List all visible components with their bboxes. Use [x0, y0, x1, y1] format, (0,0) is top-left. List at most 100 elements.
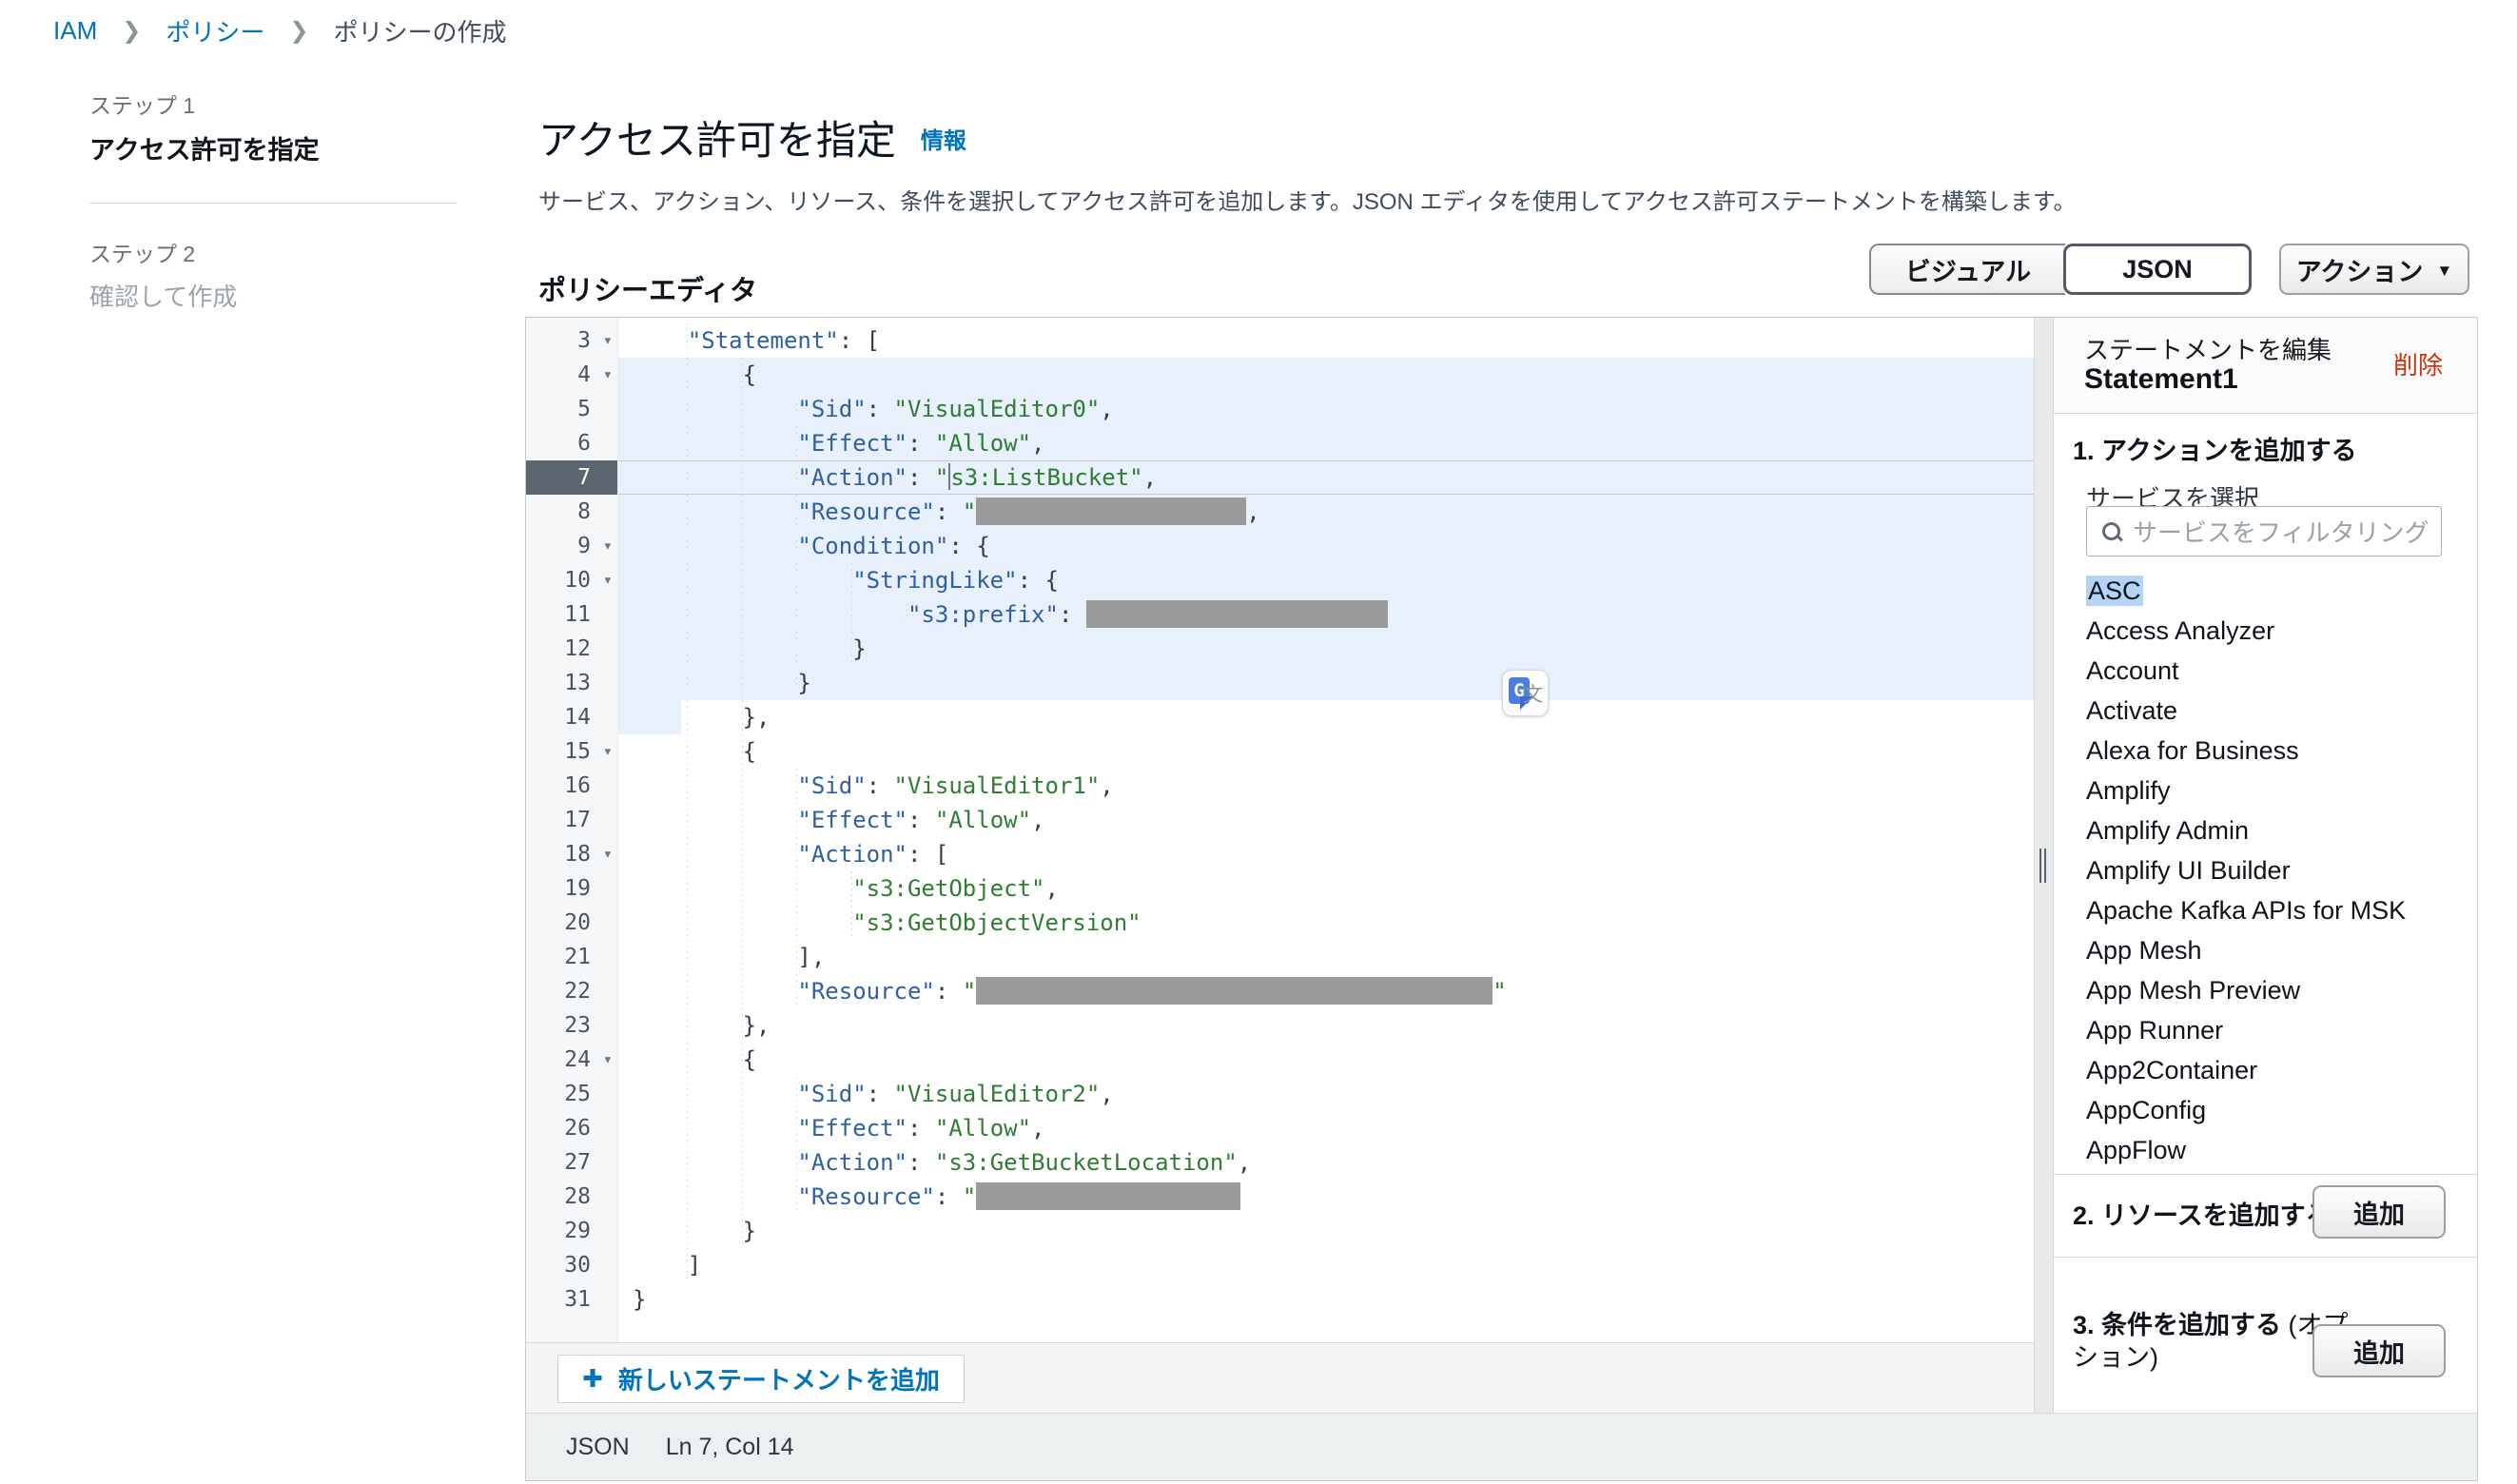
chevron-right-icon: ❯: [289, 17, 308, 45]
line-number: 19: [526, 871, 617, 906]
line-number: 30: [526, 1248, 617, 1282]
indent-guide: [743, 597, 798, 632]
code-line: },: [618, 700, 2034, 734]
indent-guide: [743, 1180, 798, 1214]
fold-arrow-icon[interactable]: ▾: [603, 563, 613, 597]
breadcrumb-current: ポリシーの作成: [333, 13, 506, 49]
indent-guide: [688, 666, 743, 700]
line-number: 9▾: [526, 529, 617, 563]
fold-arrow-icon[interactable]: ▾: [603, 529, 613, 563]
service-item[interactable]: ASC: [2086, 571, 2468, 611]
code-line: ]: [618, 1248, 2034, 1282]
indent-guide: [743, 632, 798, 666]
info-link[interactable]: 情報: [921, 122, 966, 155]
delete-statement-link[interactable]: 削除: [2393, 346, 2443, 381]
indent-guide: [633, 597, 688, 632]
indent-guide: [633, 700, 688, 734]
panel-resize-handle[interactable]: [2034, 318, 2054, 1413]
indent-guide: [688, 529, 743, 563]
service-item[interactable]: Access Analyzer: [2086, 611, 2468, 651]
code-line: "Sid": "VisualEditor0",: [618, 392, 2034, 426]
line-number: 13: [526, 666, 617, 700]
indent-guide: [633, 769, 688, 803]
indent-guide: [688, 940, 743, 974]
indent-guide: [633, 1248, 688, 1282]
service-item[interactable]: AppFlow: [2086, 1130, 2468, 1170]
breadcrumb-policies[interactable]: ポリシー: [166, 13, 264, 49]
chevron-right-icon: ❯: [122, 17, 141, 45]
indent-guide: [633, 1111, 688, 1145]
service-filter-input[interactable]: サービスをフィルタリング: [2086, 506, 2442, 556]
indent-guide: [633, 392, 688, 426]
service-item[interactable]: Amplify Admin: [2086, 810, 2468, 850]
breadcrumb-iam[interactable]: IAM: [53, 16, 97, 46]
status-mode: JSON: [566, 1434, 630, 1461]
indent-guide: [743, 871, 798, 906]
code-line: }: [618, 1214, 2034, 1248]
indent-guide: [797, 632, 852, 666]
code-line: "Sid": "VisualEditor1",: [618, 769, 2034, 803]
line-number: 4▾: [526, 358, 617, 392]
step1-kicker: ステップ 1: [89, 88, 457, 120]
indent-guide: [743, 1111, 798, 1145]
breadcrumb: IAM ❯ ポリシー ❯ ポリシーの作成: [53, 13, 506, 49]
service-item[interactable]: Amplify: [2086, 771, 2468, 810]
service-item[interactable]: App2Container: [2086, 1050, 2468, 1090]
line-number: 31: [526, 1282, 617, 1317]
iam-create-policy-page: IAM ❯ ポリシー ❯ ポリシーの作成 ステップ 1 アクセス許可を指定 ステ…: [0, 0, 2517, 1484]
service-item[interactable]: AppConfig: [2086, 1090, 2468, 1130]
line-number: 21: [526, 940, 617, 974]
code-line: {: [618, 734, 2034, 769]
visual-tab[interactable]: ビジュアル: [1869, 244, 2065, 295]
code-line: "s3:GetObjectVersion": [618, 906, 2034, 940]
indent-guide: [743, 1145, 798, 1180]
code-line: {: [618, 358, 2034, 392]
add-actions-section-label: 1. アクションを追加する: [2073, 430, 2357, 467]
fold-arrow-icon[interactable]: ▾: [603, 837, 613, 871]
service-item[interactable]: App Mesh Preview: [2086, 970, 2468, 1010]
code-line: "Condition": {: [618, 529, 2034, 563]
service-item[interactable]: Activate: [2086, 691, 2468, 731]
service-item[interactable]: App Runner: [2086, 1010, 2468, 1050]
step2-kicker: ステップ 2: [89, 236, 457, 268]
fold-arrow-icon[interactable]: ▾: [603, 1043, 613, 1077]
service-item[interactable]: Apache Kafka APIs for MSK: [2086, 890, 2468, 930]
plus-icon: ✚: [582, 1364, 603, 1394]
indent-guide: [797, 563, 852, 597]
fold-arrow-icon[interactable]: ▾: [603, 358, 613, 392]
json-code-editor[interactable]: 3▾"Statement": [4▾{5"Sid": "VisualEditor…: [526, 318, 2034, 1342]
fold-arrow-icon[interactable]: ▾: [603, 734, 613, 769]
indent-guide: [688, 803, 743, 837]
service-item[interactable]: Account: [2086, 651, 2468, 691]
line-number: 11: [526, 597, 617, 632]
line-number: 28: [526, 1180, 617, 1214]
line-number: 5: [526, 392, 617, 426]
json-tab[interactable]: JSON: [2063, 244, 2252, 295]
indent-guide: [688, 1043, 743, 1077]
service-item[interactable]: Alexa for Business: [2086, 731, 2468, 771]
page-description: サービス、アクション、リソース、条件を選択してアクセス許可を追加します。JSON…: [538, 183, 2422, 216]
indent-guide: [633, 1043, 688, 1077]
add-resource-button[interactable]: 追加: [2312, 1185, 2446, 1239]
actions-dropdown-button[interactable]: アクション ▼: [2279, 244, 2469, 295]
redacted-value: [1086, 600, 1388, 628]
fold-arrow-icon[interactable]: ▾: [603, 323, 613, 358]
service-item[interactable]: Amplify UI Builder: [2086, 850, 2468, 890]
service-item[interactable]: App Mesh: [2086, 930, 2468, 970]
service-filter-placeholder: サービスをフィルタリング: [2133, 514, 2429, 549]
indent-guide: [633, 323, 688, 358]
add-statement-strip: ✚ 新しいステートメントを追加: [526, 1342, 2034, 1413]
indent-guide: [633, 1145, 688, 1180]
add-condition-button[interactable]: 追加: [2312, 1324, 2446, 1377]
indent-guide: [797, 597, 852, 632]
indent-guide: [633, 529, 688, 563]
code-line: "Action": "s3:GetBucketLocation",: [618, 1145, 2034, 1180]
indent-guide: [688, 460, 743, 495]
line-number: 25: [526, 1077, 617, 1111]
google-translate-icon[interactable]: G 文: [1502, 670, 1549, 716]
add-statement-button[interactable]: ✚ 新しいステートメントを追加: [557, 1355, 965, 1403]
code-line: "Resource": ": [618, 1180, 2034, 1214]
indent-guide: [633, 495, 688, 529]
indent-guide: [743, 392, 798, 426]
line-number: 14: [526, 700, 617, 734]
